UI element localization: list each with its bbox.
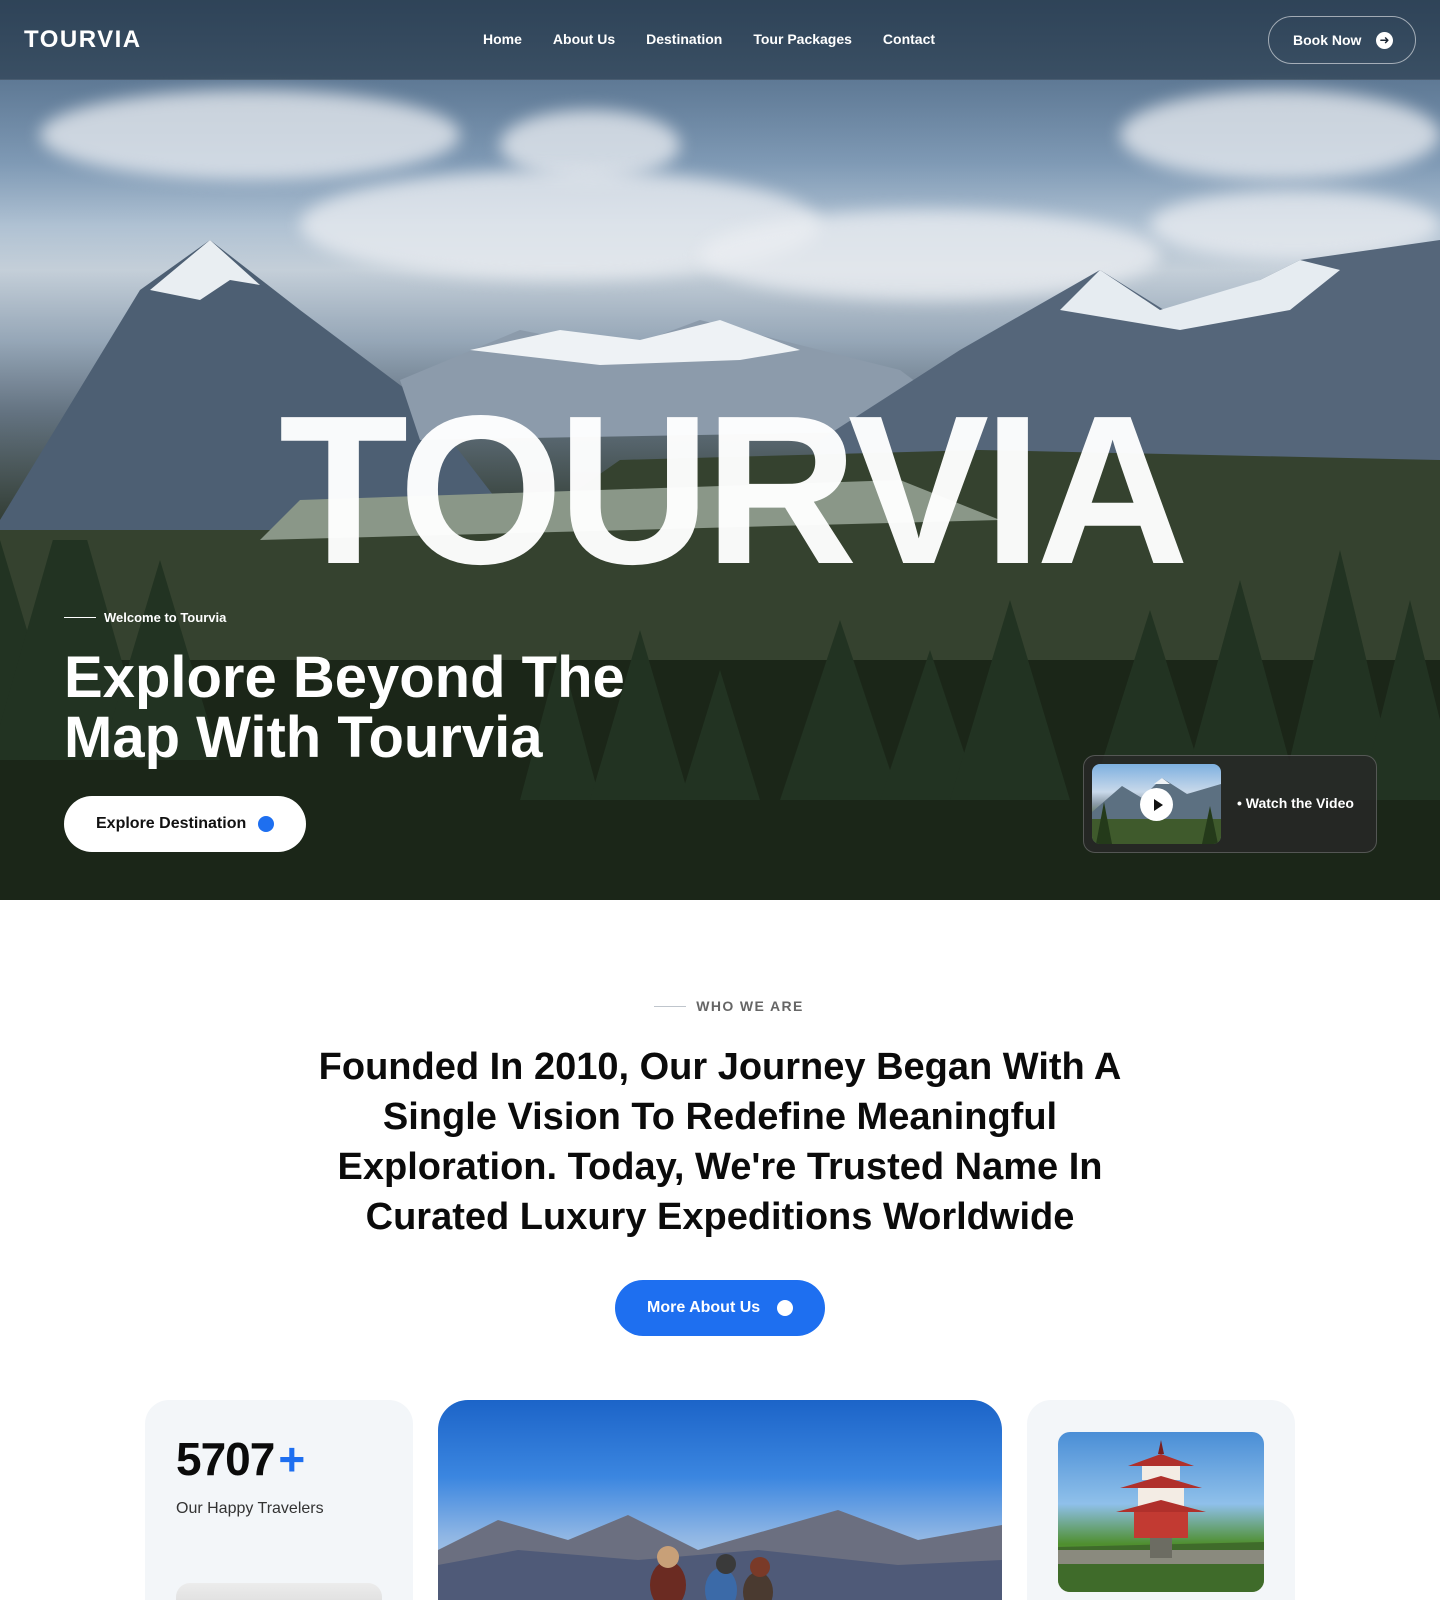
about-heading: Founded In 2010, Our Journey Began With … — [318, 1046, 1122, 1238]
nav-link-tour-packages[interactable]: Tour Packages — [753, 31, 852, 47]
book-now-label: Book Now — [1293, 32, 1362, 48]
pagoda-illustration — [1058, 1440, 1264, 1592]
cloud-shape — [40, 90, 460, 180]
hero-brand-wordmark: TOURVIA — [278, 371, 1189, 608]
arrow-right-icon: ➜ — [1376, 32, 1393, 49]
stat-value: 5707 — [176, 1433, 275, 1485]
nav-link-destination[interactable]: Destination — [646, 31, 722, 47]
main-nav: Home About Us Destination Tour Packages … — [483, 31, 935, 47]
top-navbar: TOURVIA Home About Us Destination Tour P… — [0, 0, 1440, 80]
play-icon — [1153, 798, 1163, 811]
explore-destination-button[interactable]: Explore Destination — [64, 796, 306, 852]
temple-photo — [1058, 1432, 1264, 1592]
nav-link-about-us[interactable]: About Us — [553, 31, 615, 47]
hikers-photo-card — [438, 1400, 1002, 1600]
stat-label: Our Happy Travelers — [176, 1500, 324, 1517]
watch-video-card[interactable]: • Watch the Video — [1083, 755, 1377, 853]
explore-destination-label: Explore Destination — [96, 815, 247, 832]
section-eyebrow: WHO WE ARE — [0, 998, 1440, 1014]
watch-video-label: • Watch the Video — [1237, 795, 1354, 811]
hero-eyebrow: Welcome to Tourvia — [64, 610, 226, 625]
nav-link-contact[interactable]: Contact — [883, 31, 935, 47]
eyebrow-line — [64, 617, 96, 618]
stat-thumbnail-image — [176, 1583, 382, 1600]
accent-dot-icon — [777, 1300, 793, 1316]
brand-logo[interactable]: TOURVIA — [24, 26, 142, 54]
nav-link-home[interactable]: Home — [483, 31, 522, 47]
who-we-are-label: WHO WE ARE — [696, 998, 804, 1014]
video-thumbnail — [1092, 764, 1221, 844]
more-about-us-button[interactable]: More About Us — [615, 1280, 825, 1336]
book-now-button[interactable]: Book Now ➜ — [1268, 16, 1416, 64]
temple-card — [1027, 1400, 1295, 1600]
accent-dot-icon — [258, 816, 274, 832]
eyebrow-line — [654, 1005, 687, 1007]
more-about-us-label: More About Us — [647, 1299, 761, 1316]
happy-travelers-card: 5707+ Our Happy Travelers — [145, 1400, 413, 1600]
cloud-shape — [1120, 90, 1440, 180]
hero-title: Explore Beyond The Map With Tourvia — [64, 645, 625, 770]
stat-number: 5707+ — [176, 1432, 305, 1486]
welcome-text: Welcome to Tourvia — [104, 610, 227, 625]
hikers-photo — [438, 1510, 1002, 1600]
hero-section: TOURVIA Home About Us Destination Tour P… — [0, 0, 1440, 900]
stat-plus: + — [278, 1433, 305, 1485]
play-button[interactable] — [1140, 788, 1173, 821]
